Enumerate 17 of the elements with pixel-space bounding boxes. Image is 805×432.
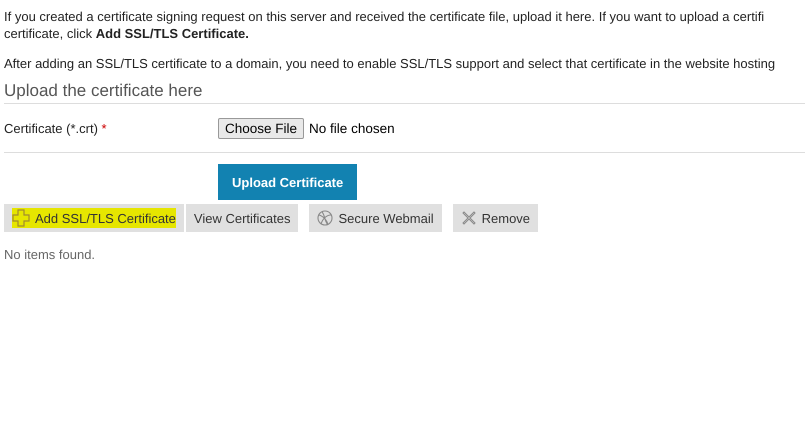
- toolbar-button[interactable]: Remove: [452, 204, 538, 232]
- file-status: No file chosen: [309, 120, 395, 136]
- globe-icon: [317, 210, 334, 226]
- intro-text: If you created a certificate signing request on this server and received the certificate file, upload it here. If you want to upload a certifi: [4, 8, 766, 25]
- toolbar-button[interactable]: Secure Webmail: [309, 204, 442, 232]
- note-text: After adding an SSL/TLS certificate to a domain, you need to enable SSL/TLS support and select that certificate in the website hosting: [4, 55, 776, 72]
- toolbar-button[interactable]: View Certificates: [186, 204, 298, 232]
- plus-icon: [12, 209, 30, 227]
- toolbar-button[interactable]: Add SSL/TLS Certificate: [4, 204, 184, 232]
- upload-button[interactable]: Upload Certificate: [218, 164, 358, 200]
- section-title: Upload the certificate here: [4, 81, 805, 104]
- highlight-mark: Add SSL/TLS Certificate: [12, 208, 176, 228]
- choose-file-button[interactable]: Choose File: [218, 118, 304, 138]
- empty-message: No items found.: [4, 247, 96, 262]
- cross-icon: [460, 210, 477, 226]
- intro-text: certificate, click Add SSL/TLS Certificate.: [4, 25, 250, 42]
- field-label: Certificate (*.crt) *: [4, 120, 108, 136]
